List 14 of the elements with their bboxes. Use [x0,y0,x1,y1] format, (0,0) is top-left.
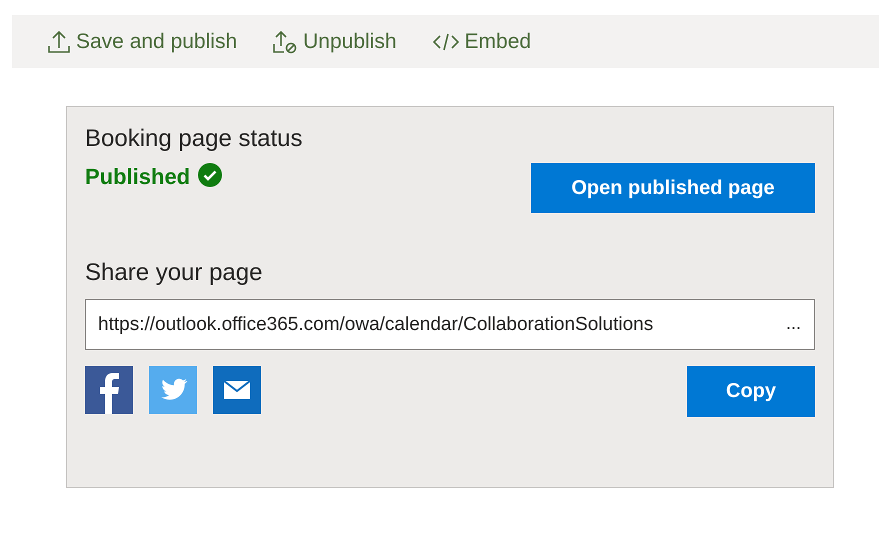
code-icon [432,32,459,50]
status-text: Published [85,164,190,190]
toolbar-button[interactable]: Save and publish [48,30,238,54]
open-published-page-button[interactable]: Open published page [531,163,815,213]
upload-icon [48,30,70,54]
facebook-icon[interactable] [85,366,133,414]
mail-icon[interactable] [213,366,261,414]
copy-button[interactable]: Copy [687,366,815,417]
toolbar-button[interactable]: Embed [432,30,532,54]
section-title: Booking page status [85,125,304,153]
section-title: Share your page [85,259,264,287]
more-text: ... [786,313,801,334]
toolbar-button[interactable]: Unpublish [273,30,397,54]
upload-blocked-icon [273,30,298,54]
